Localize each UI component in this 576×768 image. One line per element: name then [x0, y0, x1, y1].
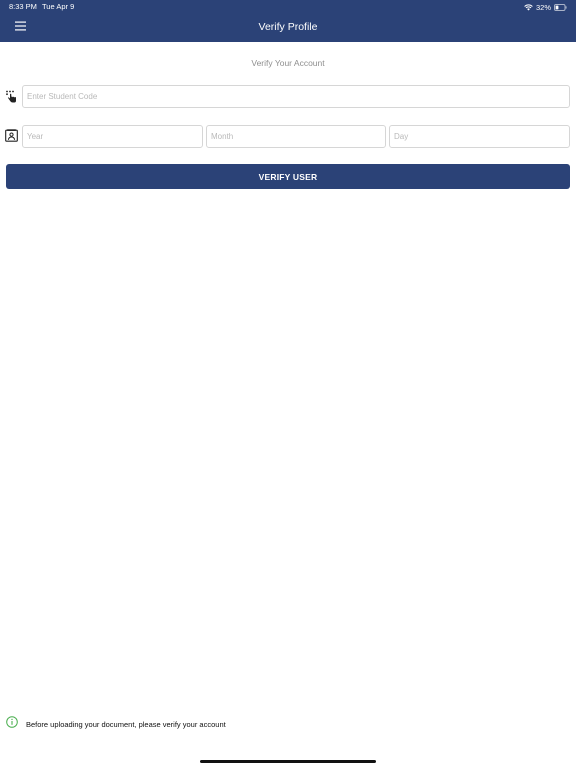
id-card-icon	[5, 129, 18, 142]
info-text: Before uploading your document, please v…	[26, 719, 226, 729]
wifi-icon	[524, 4, 533, 11]
verify-user-button[interactable]: VERIFY USER	[6, 164, 570, 189]
status-time: 8:33 PM	[9, 2, 37, 11]
tap-hand-icon	[5, 90, 18, 103]
battery-icon	[554, 3, 567, 11]
verify-profile-screen: 8:33 PM Tue Apr 9 32% Verify Profile Ver…	[0, 0, 576, 768]
birth-year-input[interactable]	[22, 125, 203, 148]
info-circle-icon	[6, 715, 18, 733]
info-message: Before uploading your document, please v…	[6, 715, 226, 733]
home-indicator[interactable]	[200, 760, 376, 763]
page-title: Verify Profile	[258, 21, 318, 33]
status-indicators: 32%	[524, 2, 567, 12]
form-subtitle: Verify Your Account	[251, 58, 325, 68]
student-code-input[interactable]	[22, 85, 570, 108]
top-bar: 8:33 PM Tue Apr 9 32% Verify Profile	[0, 0, 576, 42]
birth-day-input[interactable]	[389, 125, 570, 148]
battery-percentage: 32%	[535, 2, 551, 12]
birth-month-input[interactable]	[206, 125, 386, 148]
status-date: Tue Apr 9	[42, 2, 75, 11]
